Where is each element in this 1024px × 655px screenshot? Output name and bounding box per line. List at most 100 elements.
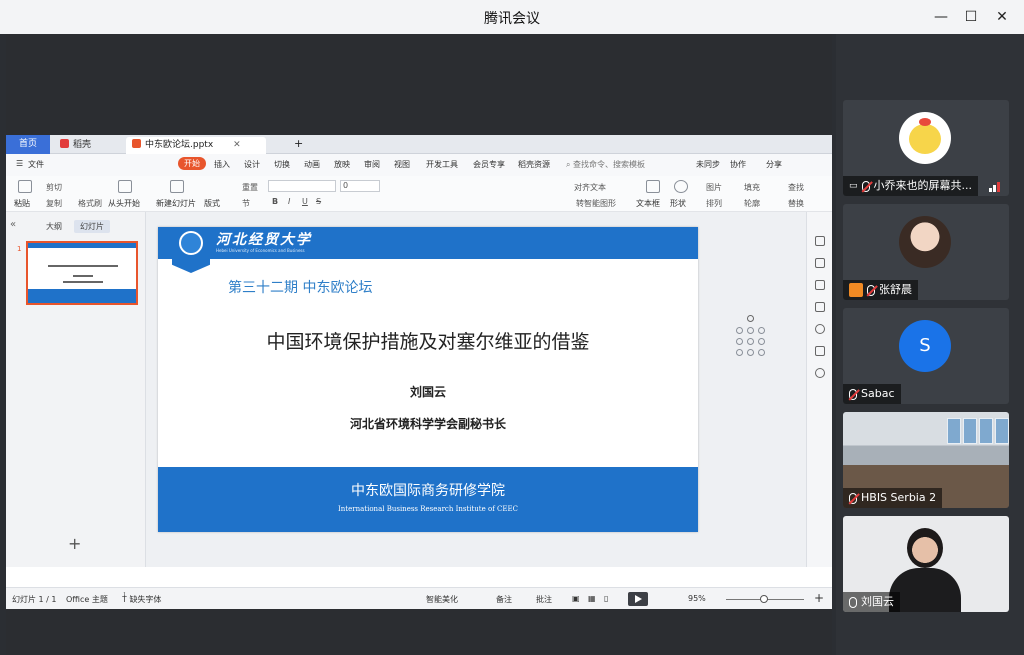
smart-shape-button[interactable]: 转智能图形 [576,198,616,209]
participant-name: 小乔来也的屏幕共... [873,179,973,192]
bold-button[interactable]: B [272,197,278,206]
zoom-level[interactable]: 95% [688,594,706,603]
format-painter-button[interactable]: 格式刷 [78,198,102,209]
participant-tile-3[interactable]: S Sabac [843,308,1009,404]
tab-docer[interactable]: 稻壳 [54,137,124,154]
menu-start[interactable]: 开始 [178,157,206,170]
paste-button[interactable]: 粘贴 [14,198,30,209]
fill-button[interactable]: 填充 [744,182,760,193]
notes-button[interactable]: 备注 [496,594,512,605]
reset-button[interactable]: 重置 [242,182,258,193]
tab-document[interactable]: 中东欧论坛.pptx ✕ [126,137,266,154]
shape-icon[interactable] [674,180,688,193]
menu-transition[interactable]: 切换 [274,159,290,170]
align-text-button[interactable]: 对齐文本 [574,182,606,193]
minimize-button[interactable]: — [928,5,954,29]
menu-animation[interactable]: 动画 [304,159,320,170]
style-icon[interactable] [815,236,825,246]
university-name: 河北经贸大学 [216,232,312,248]
copy-button[interactable]: 复制 [46,198,62,209]
section-button[interactable]: 节 [242,198,250,209]
smart-beautify-button[interactable]: 智能美化 [426,594,458,605]
participant-name: 张舒晨 [879,283,912,296]
missing-font-button[interactable]: Tͭ 缺失字体 [122,594,161,605]
institute-name-en: International Business Research Institut… [338,505,518,513]
find-button[interactable]: 查找 [788,182,804,193]
menu-design[interactable]: 设计 [244,159,260,170]
smart-art-placeholder-icon[interactable] [736,315,766,363]
underline-button[interactable]: U [302,197,308,206]
slide-footer-bar: 中东欧国际商务研修学院 International Business Resea… [158,467,698,532]
menu-slideshow[interactable]: 放映 [334,159,350,170]
play-slideshow-button[interactable] [628,592,648,606]
menu-docer[interactable]: 稻壳资源 [518,159,550,170]
new-slide-icon[interactable] [170,180,184,193]
italic-button[interactable]: I [288,197,290,206]
normal-view-icon[interactable]: ▣ [572,594,580,603]
participant-tile-4[interactable]: HBIS Serbia 2 [843,412,1009,508]
maximize-button[interactable]: ☐ [958,5,984,29]
sync-status[interactable]: 未同步 [696,159,720,170]
tab-slides[interactable]: 幻灯片 [74,220,110,233]
menu-insert[interactable]: 插入 [214,159,230,170]
sorter-view-icon[interactable]: ▦ [588,594,596,603]
tab-home[interactable]: 首页 [6,135,50,154]
collab-button[interactable]: 协作 [730,159,746,170]
zoom-slider-handle[interactable] [760,595,768,603]
properties-icon[interactable] [815,258,825,268]
slide-thumbnail-1[interactable] [26,241,138,305]
tab-docer-label: 稻壳 [73,140,92,150]
menu-member[interactable]: 会员专享 [473,159,505,170]
window-title: 腾讯会议 [484,11,540,27]
cut-button[interactable]: 剪切 [46,182,62,193]
tab-outline[interactable]: 大纲 [40,220,68,233]
replace-button[interactable]: 替换 [788,198,804,209]
menu-devtools[interactable]: 开发工具 [426,159,458,170]
new-slide-button[interactable]: 新建幻灯片 [156,198,196,209]
thumb-footer-bar [28,289,136,303]
strikethrough-button[interactable]: S [316,197,321,206]
shape-button[interactable]: 形状 [670,198,686,209]
help-icon[interactable] [815,324,825,334]
comments-button[interactable]: 批注 [536,594,552,605]
zoom-in-button[interactable]: + [814,591,824,605]
text-box-icon[interactable] [646,180,660,193]
reading-view-icon[interactable]: ▯ [604,594,608,603]
arrange-button[interactable]: 排列 [706,198,722,209]
author-role: 河北省环境科学学会副秘书长 [349,417,506,431]
paste-icon[interactable] [18,180,32,193]
share-button[interactable]: 分享 [766,159,782,170]
menu-review[interactable]: 审阅 [364,159,380,170]
layout-button[interactable]: 版式 [204,198,220,209]
image-icon[interactable] [815,346,825,356]
collapse-panel-icon[interactable]: « [10,219,16,230]
participant-tile-1[interactable]: ▭ 小乔来也的屏幕共... [843,100,1009,196]
picture-button[interactable]: 图片 [706,182,722,193]
close-button[interactable]: ✕ [989,5,1015,29]
add-slide-button[interactable]: + [68,534,81,553]
menu-bar: ☰ 文件 开始 插入 设计 切换 动画 放映 审阅 视图 开发工具 会员专享 稻… [6,154,832,176]
new-tab-button[interactable]: + [288,135,303,152]
location-icon[interactable] [815,368,825,378]
missing-font-label: 缺失字体 [129,595,162,604]
command-search[interactable]: ⌕ 查找命令、搜索模板 [566,159,645,170]
ribbon-toolbar: 粘贴 剪切 复制 格式刷 从头开始 新建幻灯片 版式 重置 节 0 B I U … [6,176,832,212]
speaker-video-face [907,528,943,568]
participant-tile-2[interactable]: 张舒晨 [843,204,1009,300]
font-name-select[interactable] [268,180,336,192]
menu-file[interactable]: 文件 [28,159,44,170]
institute-name: 中东欧国际商务研修学院 [351,483,505,499]
menu-view[interactable]: 视图 [394,159,410,170]
slide[interactable]: 河北经贸大学 Hebei University of Economics and… [158,227,698,532]
menu-icon[interactable]: ☰ [16,159,23,168]
font-size-select[interactable]: 0 [340,180,380,192]
text-box-button[interactable]: 文本框 [636,198,660,209]
play-from-start-icon[interactable] [118,180,132,193]
participant-tile-5[interactable]: 刘国云 [843,516,1009,612]
from-start-button[interactable]: 从头开始 [108,198,140,209]
outline-button[interactable]: 轮廓 [744,198,760,209]
format-icon[interactable] [815,302,825,312]
pin-icon[interactable] [815,280,825,290]
mic-muted-icon [849,492,857,504]
close-tab-icon[interactable]: ✕ [233,140,241,150]
